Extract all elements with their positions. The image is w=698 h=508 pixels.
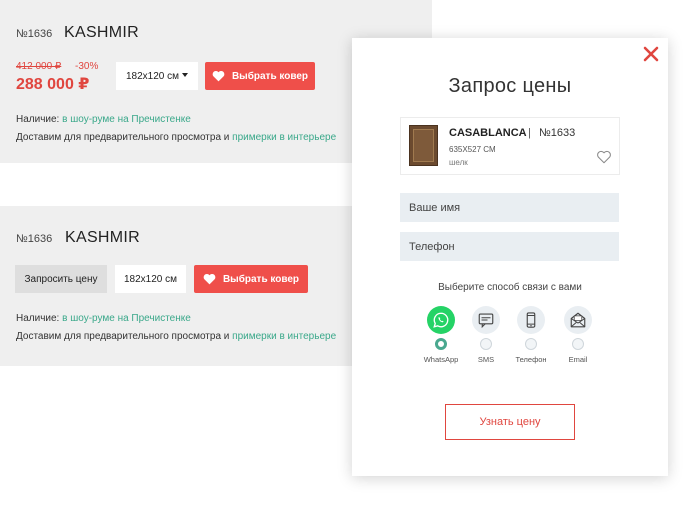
contact-label: Email	[568, 355, 588, 364]
name-placeholder: Ваше имя	[409, 201, 461, 214]
heart-icon	[212, 70, 225, 82]
product-name: KASHMIR	[64, 24, 139, 41]
name-field[interactable]: Ваше имя	[400, 193, 619, 222]
phone-placeholder: Телефон	[409, 240, 455, 253]
product-number: №1636	[16, 233, 53, 245]
phone-icon	[517, 306, 545, 334]
heart-icon	[203, 273, 216, 285]
showroom-link[interactable]: в шоу-руме на Пречистенке	[62, 313, 191, 324]
size-select[interactable]: 182x120 см	[115, 265, 186, 293]
radio[interactable]	[480, 338, 492, 350]
contact-method-prompt: Выберите способ связи с вами	[438, 282, 582, 293]
discount-badge: -30%	[75, 61, 99, 72]
modal-title: Запрос цены	[448, 75, 572, 97]
product-name: CASABLANCA	[449, 127, 527, 139]
choose-carpet-button[interactable]: Выбрать ковер	[194, 265, 308, 293]
fitting-link[interactable]: примерки в интерьере	[232, 132, 336, 143]
email-icon	[564, 306, 592, 334]
fitting-link[interactable]: примерки в интерьере	[232, 331, 336, 342]
choose-carpet-button[interactable]: Выбрать ковер	[205, 62, 315, 90]
separator: |	[528, 127, 531, 139]
product-name: KASHMIR	[65, 229, 140, 246]
size-select[interactable]: 182x120 см	[116, 62, 198, 90]
request-price-button[interactable]: Запросить цену	[15, 265, 107, 293]
sms-icon	[472, 306, 500, 334]
price: 288 000 ₽	[16, 76, 90, 93]
radio[interactable]	[572, 338, 584, 350]
size-value: 182x120 см	[123, 273, 178, 285]
close-icon[interactable]	[642, 45, 660, 63]
get-price-button[interactable]: Узнать цену	[445, 404, 575, 440]
radio[interactable]	[525, 338, 537, 350]
whatsapp-icon	[427, 306, 455, 334]
availability-line: Наличие: в шоу-руме на Пречистенке	[16, 114, 191, 125]
old-price: 412 000 ₽	[16, 61, 62, 72]
product-number: №1636	[16, 28, 53, 40]
availability-line: Наличие: в шоу-руме на Пречистенке	[16, 313, 191, 324]
choose-carpet-label: Выбрать ковер	[231, 70, 309, 82]
delivery-line: Доставим для предварительного просмотра …	[16, 331, 337, 342]
delivery-line: Доставим для предварительного просмотра …	[16, 132, 337, 143]
choose-carpet-label: Выбрать ковер	[222, 273, 300, 285]
product-material: шелк	[449, 158, 468, 167]
product-size: 635X527 СМ	[449, 145, 496, 154]
phone-field[interactable]: Телефон	[400, 232, 619, 261]
showroom-link[interactable]: в шоу-руме на Пречистенке	[62, 114, 191, 125]
carpet-thumbnail	[409, 125, 438, 166]
heart-outline-icon[interactable]	[596, 150, 612, 164]
product-number: №1633	[539, 127, 576, 139]
radio-selected[interactable]	[435, 338, 447, 350]
size-value: 182x120 см	[126, 70, 180, 82]
chevron-down-icon	[182, 73, 188, 77]
price-request-modal: Запрос цены CASABLANCA | №1633 635X527 С…	[352, 38, 668, 476]
product-summary: CASABLANCA | №1633 635X527 СМ шелк	[400, 117, 620, 175]
